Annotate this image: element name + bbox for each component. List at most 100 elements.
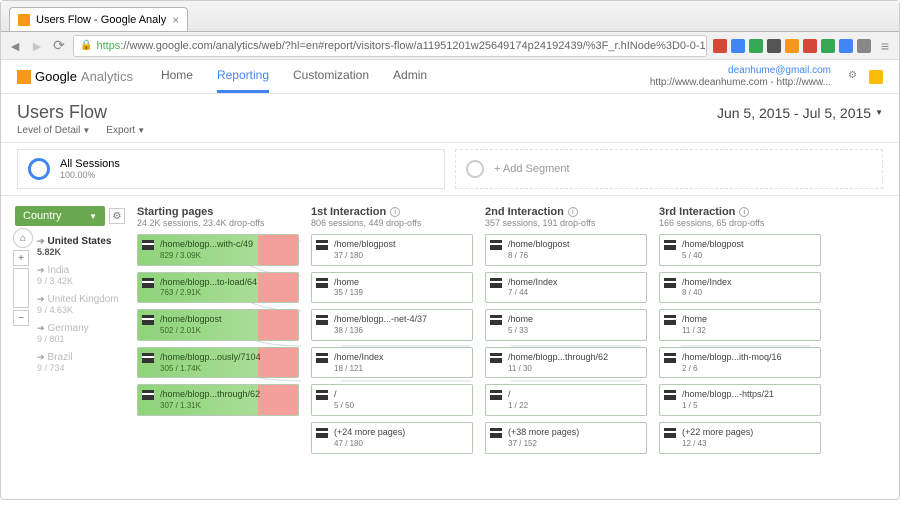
sub-controls: Level of Detail▼ Export▼ (1, 125, 899, 142)
country-value: 5.82K (37, 247, 123, 257)
flow-node[interactable]: /home35 / 139 (311, 272, 473, 304)
settings-gear-icon[interactable]: ⚙ (843, 70, 857, 84)
column-header: 1st Interaction i (311, 206, 473, 218)
flow-node[interactable]: /home/Index8 / 40 (659, 272, 821, 304)
zoom-slider[interactable] (13, 268, 29, 308)
add-segment-circle-icon (466, 160, 484, 178)
node-title: /home/blogp...through/62 (160, 389, 292, 400)
extension-icon[interactable] (731, 39, 745, 53)
ga-logo[interactable]: Google Analytics (17, 69, 133, 84)
flow-node[interactable]: /home/blogp...-net-4/3738 / 136 (311, 309, 473, 341)
back-button[interactable]: ◄ (7, 38, 23, 54)
extension-icon[interactable] (749, 39, 763, 53)
level-of-detail-dropdown[interactable]: Level of Detail▼ (17, 125, 90, 136)
add-segment-label: + Add Segment (494, 163, 570, 175)
node-stats: 763 / 2.91K (160, 288, 201, 297)
column-subtitle: 24.2K sessions, 23.4K drop-offs (137, 218, 299, 228)
node-stats: 2 / 6 (682, 364, 698, 373)
country-item[interactable]: ➔India9 / 3.42K (35, 261, 125, 290)
column-subtitle: 806 sessions, 449 drop-offs (311, 218, 473, 228)
zoom-home-button[interactable]: ⌂ (13, 228, 33, 248)
flow-node[interactable]: /home/blogp...-https/211 / 5 (659, 384, 821, 416)
node-title: /home/blogp...-net-4/37 (334, 314, 466, 325)
dimension-settings-icon[interactable]: ⚙ (109, 208, 125, 224)
nav-customization[interactable]: Customization (293, 60, 369, 93)
flow-node[interactable]: /5 / 50 (311, 384, 473, 416)
flow-node[interactable]: (+24 more pages)47 / 180 (311, 422, 473, 454)
flow-node[interactable]: (+38 more pages)37 / 152 (485, 422, 647, 454)
page-icon (664, 390, 676, 400)
nav-reporting[interactable]: Reporting (217, 60, 269, 93)
forward-button[interactable]: ► (29, 38, 45, 54)
flow-columns: Starting pages24.2K sessions, 23.4K drop… (137, 206, 821, 496)
flow-node[interactable]: /home/blogpost502 / 2.01K (137, 309, 299, 341)
flow-node[interactable]: /home/blogpost8 / 76 (485, 234, 647, 266)
node-title: /home/blogp...through/62 (508, 352, 640, 363)
column-header: 3rd Interaction i (659, 206, 821, 218)
segment-all-sessions[interactable]: All Sessions 100.00% (17, 149, 445, 189)
flow-node[interactable]: (+22 more pages)12 / 43 (659, 422, 821, 454)
node-stats: 37 / 180 (334, 251, 363, 260)
extension-icon[interactable] (839, 39, 853, 53)
flow-node[interactable]: /home/blogpost5 / 40 (659, 234, 821, 266)
lock-icon: 🔒 (80, 40, 92, 51)
flow-node[interactable]: /home/blogp...with-c/49829 / 3.09K (137, 234, 299, 266)
zoom-out-button[interactable]: − (13, 310, 29, 326)
node-title: /home/blogp...ously/7104 (160, 352, 292, 363)
info-icon[interactable]: i (568, 207, 578, 217)
country-item[interactable]: ➔United Kingdom9 / 4.63K (35, 290, 125, 319)
flow-node[interactable]: /home11 / 32 (659, 309, 821, 341)
reload-button[interactable]: ⟳ (51, 38, 67, 54)
segment-label: All Sessions (60, 158, 120, 170)
info-icon[interactable]: i (390, 207, 400, 217)
extension-icon[interactable] (803, 39, 817, 53)
flow-column-3: 3rd Interaction i166 sessions, 65 drop-o… (659, 206, 821, 496)
country-item[interactable]: ➔Germany9 / 801 (35, 319, 125, 348)
nav-admin[interactable]: Admin (393, 60, 427, 93)
flow-node[interactable]: /1 / 22 (485, 384, 647, 416)
notifications-bell-icon[interactable] (869, 70, 883, 84)
chevron-down-icon: ▼ (89, 212, 97, 221)
flow-node[interactable]: /home5 / 33 (485, 309, 647, 341)
date-range-picker[interactable]: Jun 5, 2015 - Jul 5, 2015 ▼ (717, 105, 883, 121)
arrow-right-icon: ➔ (37, 236, 45, 246)
node-stats: 305 / 1.74K (160, 364, 201, 373)
node-stats: 8 / 76 (508, 251, 528, 260)
page-icon (316, 428, 328, 438)
flow-node[interactable]: /home/Index18 / 121 (311, 347, 473, 379)
flow-node[interactable]: /home/blogp...through/6211 / 30 (485, 347, 647, 379)
country-item[interactable]: ➔United States5.82K (35, 232, 125, 261)
menu-icon[interactable]: ≡ (877, 38, 893, 54)
dimension-selector[interactable]: Country ▼ (15, 206, 105, 226)
flow-node[interactable]: /home/blogp...through/62307 / 1.31K (137, 384, 299, 416)
flow-node[interactable]: /home/blogp...ith-moq/162 / 6 (659, 347, 821, 379)
flow-node[interactable]: /home/blogpost37 / 180 (311, 234, 473, 266)
extension-icon[interactable] (785, 39, 799, 53)
flow-node[interactable]: /home/Index7 / 44 (485, 272, 647, 304)
add-segment-button[interactable]: + Add Segment (455, 149, 883, 189)
extension-icon[interactable] (821, 39, 835, 53)
users-flow-canvas[interactable]: Country ▼ ⚙ ⌂ + − ➔United States5.82K➔In… (1, 196, 899, 506)
node-title: (+22 more pages) (682, 427, 814, 438)
nav-home[interactable]: Home (161, 60, 193, 93)
flow-node[interactable]: /home/blogp...ously/7104305 / 1.74K (137, 347, 299, 379)
browser-tab[interactable]: Users Flow - Google Analy × (9, 7, 188, 31)
country-item[interactable]: ➔Brazil9 / 734 (35, 348, 125, 377)
extension-icon[interactable] (767, 39, 781, 53)
export-dropdown[interactable]: Export▼ (106, 125, 145, 136)
node-stats: 1 / 22 (508, 401, 528, 410)
node-stats: 307 / 1.31K (160, 401, 201, 410)
extension-icon[interactable] (713, 39, 727, 53)
flow-node[interactable]: /home/blogp...to-load/64763 / 2.91K (137, 272, 299, 304)
browser-tab-strip: Users Flow - Google Analy × (1, 1, 899, 32)
info-icon[interactable]: i (739, 207, 749, 217)
page-icon (490, 315, 502, 325)
title-row: Users Flow Jun 5, 2015 - Jul 5, 2015 ▼ (1, 94, 899, 125)
zoom-in-button[interactable]: + (13, 250, 29, 266)
extension-icon[interactable] (857, 39, 871, 53)
arrow-right-icon: ➔ (37, 265, 45, 275)
node-stats: 5 / 33 (508, 326, 528, 335)
date-range-text: Jun 5, 2015 - Jul 5, 2015 (717, 105, 871, 121)
close-tab-icon[interactable]: × (172, 13, 179, 27)
url-field[interactable]: 🔒 https ://www.google.com/analytics/web/… (73, 35, 707, 57)
